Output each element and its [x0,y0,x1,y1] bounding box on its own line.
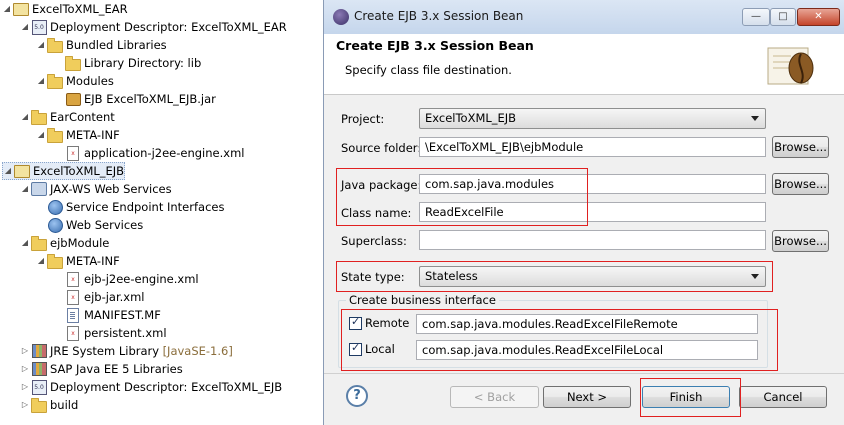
file-icon [65,307,81,323]
expand-arrow-icon[interactable]: ▷ [20,378,30,396]
jre-version-label: [JavaSE-1.6] [162,344,233,358]
tree-item-deployment-descriptor-ear[interactable]: ◢ 5.0 Deployment Descriptor: ExcelToXML_… [20,18,287,36]
tree-item-meta-inf-ejb[interactable]: ◢ META-INF [36,252,120,270]
collapse-arrow-icon[interactable]: ◢ [36,126,46,144]
wizard-title: Create EJB 3.x Session Bean [336,38,534,53]
tree-item-application-j2ee-engine-xml[interactable]: x application-j2ee-engine.xml [64,144,244,162]
tree-item-excel-to-xml-ear[interactable]: ◢ ExcelToXML_EAR [2,0,128,18]
source-folder-input[interactable]: \ExcelToXML_EJB\ejbModule [419,137,766,157]
highlight-finish [640,378,741,417]
tree-item-sap-java-ee-5-libraries[interactable]: ▷ SAP Java EE 5 Libraries [20,360,183,378]
browse-source-folder-button[interactable]: Browse... [772,136,829,158]
collapse-arrow-icon[interactable]: ◢ [2,0,12,18]
xml-file-icon: x [65,325,81,341]
collapse-arrow-icon[interactable]: ◢ [36,252,46,270]
tree-item-bundled-libraries[interactable]: ◢ Bundled Libraries [36,36,167,54]
web-service-icon [47,217,63,233]
browse-superclass-button[interactable]: Browse... [772,230,829,252]
highlight-state-type [336,261,773,292]
xml-file-icon: x [65,145,81,161]
folder-icon [47,253,63,269]
maximize-button[interactable]: □ [770,8,796,26]
project-label: Project: [341,112,385,126]
expand-arrow-icon[interactable]: ▷ [20,396,30,414]
collapse-arrow-icon[interactable]: ◢ [36,72,46,90]
highlight-package-class [336,168,588,226]
tree-item-excel-to-xml-ejb[interactable]: ◢ ExcelToXML_EJB [2,162,126,180]
tree-item-library-directory[interactable]: Library Directory: lib [64,54,201,72]
tree-item-build[interactable]: ▷ build [20,396,78,414]
tree-item-ear-content[interactable]: ◢ EarContent [20,108,115,126]
xml-file-icon: x [65,289,81,305]
superclass-input[interactable] [419,230,766,250]
collapse-arrow-icon[interactable]: ◢ [3,162,13,180]
collapse-arrow-icon[interactable]: ◢ [20,108,30,126]
xml-file-icon: x [65,271,81,287]
collapse-arrow-icon[interactable]: ◢ [20,234,30,252]
deployment-descriptor-icon: 5.0 [31,379,47,395]
ear-project-icon [13,1,29,17]
superclass-label: Superclass: [341,234,407,248]
folder-icon [31,109,47,125]
tree-item-meta-inf-ear[interactable]: ◢ META-INF [36,126,120,144]
expand-arrow-icon[interactable]: ▷ [20,342,30,360]
project-value: ExcelToXML_EJB [425,111,517,125]
collapse-arrow-icon[interactable]: ◢ [20,18,30,36]
tree-item-manifest-mf[interactable]: MANIFEST.MF [64,306,161,324]
tree-item-web-services[interactable]: Web Services [46,216,143,234]
library-icon [31,361,47,377]
expand-arrow-icon[interactable]: ▷ [20,360,30,378]
tree-item-jax-ws-web-services[interactable]: ◢ JAX-WS Web Services [20,180,172,198]
back-button[interactable]: < Back [450,386,539,408]
deployment-descriptor-icon: 5.0 [31,19,47,35]
jaxws-icon [31,181,47,197]
folder-icon [31,397,47,413]
jar-icon [65,91,81,107]
project-combo[interactable]: ExcelToXML_EJB [419,108,766,129]
tree-item-jre-system-library[interactable]: ▷ JRE System Library [JavaSE-1.6] [20,342,233,360]
tree-item-service-endpoint-interfaces[interactable]: Service Endpoint Interfaces [46,198,224,216]
eclipse-icon [333,9,349,25]
dialog-titlebar[interactable]: Create EJB 3.x Session Bean — □ ✕ [324,0,844,35]
tree-item-ejb-module[interactable]: ◢ ejbModule [20,234,109,252]
footer-separator [324,373,844,374]
create-session-bean-dialog: Create EJB 3.x Session Bean — □ ✕ Create… [323,0,844,425]
source-folder-icon [31,235,47,251]
folder-icon [47,37,63,53]
tree-item-ejb-j2ee-engine-xml[interactable]: x ejb-j2ee-engine.xml [64,270,199,288]
folder-icon [47,73,63,89]
help-icon[interactable]: ? [346,385,368,407]
minimize-button[interactable]: — [742,8,770,26]
ejb-project-icon [14,163,30,179]
library-icon [31,343,47,359]
tree-item-modules[interactable]: ◢ Modules [36,72,114,90]
business-interface-group-title: Create business interface [346,293,499,307]
collapse-arrow-icon[interactable]: ◢ [20,180,30,198]
tree-item-ejb-jar[interactable]: EJB ExcelToXML_EJB.jar [64,90,216,108]
tree-item-deployment-descriptor-ejb[interactable]: ▷ 5.0 Deployment Descriptor: ExcelToXML_… [20,378,282,396]
browse-package-button[interactable]: Browse... [772,173,829,195]
project-explorer-tree: ◢ ExcelToXML_EAR ◢ 5.0 Deployment Descri… [0,0,322,425]
wizard-header: Create EJB 3.x Session Bean Specify clas… [324,34,844,95]
source-folder-label: Source folder: [341,141,422,155]
wizard-subtitle: Specify class file destination. [345,63,512,77]
close-button[interactable]: ✕ [797,8,840,26]
coffee-bean-icon [767,47,814,85]
cancel-button[interactable]: Cancel [739,386,827,408]
folder-icon [65,55,81,71]
next-button[interactable]: Next > [543,386,631,408]
dropdown-arrow-icon [751,116,759,121]
collapse-arrow-icon[interactable]: ◢ [36,36,46,54]
highlight-business-interface [341,309,778,371]
web-service-icon [47,199,63,215]
dialog-title: Create EJB 3.x Session Bean [354,9,524,23]
tree-item-persistent-xml[interactable]: x persistent.xml [64,324,167,342]
folder-icon [47,127,63,143]
tree-item-ejb-jar-xml[interactable]: x ejb-jar.xml [64,288,145,306]
